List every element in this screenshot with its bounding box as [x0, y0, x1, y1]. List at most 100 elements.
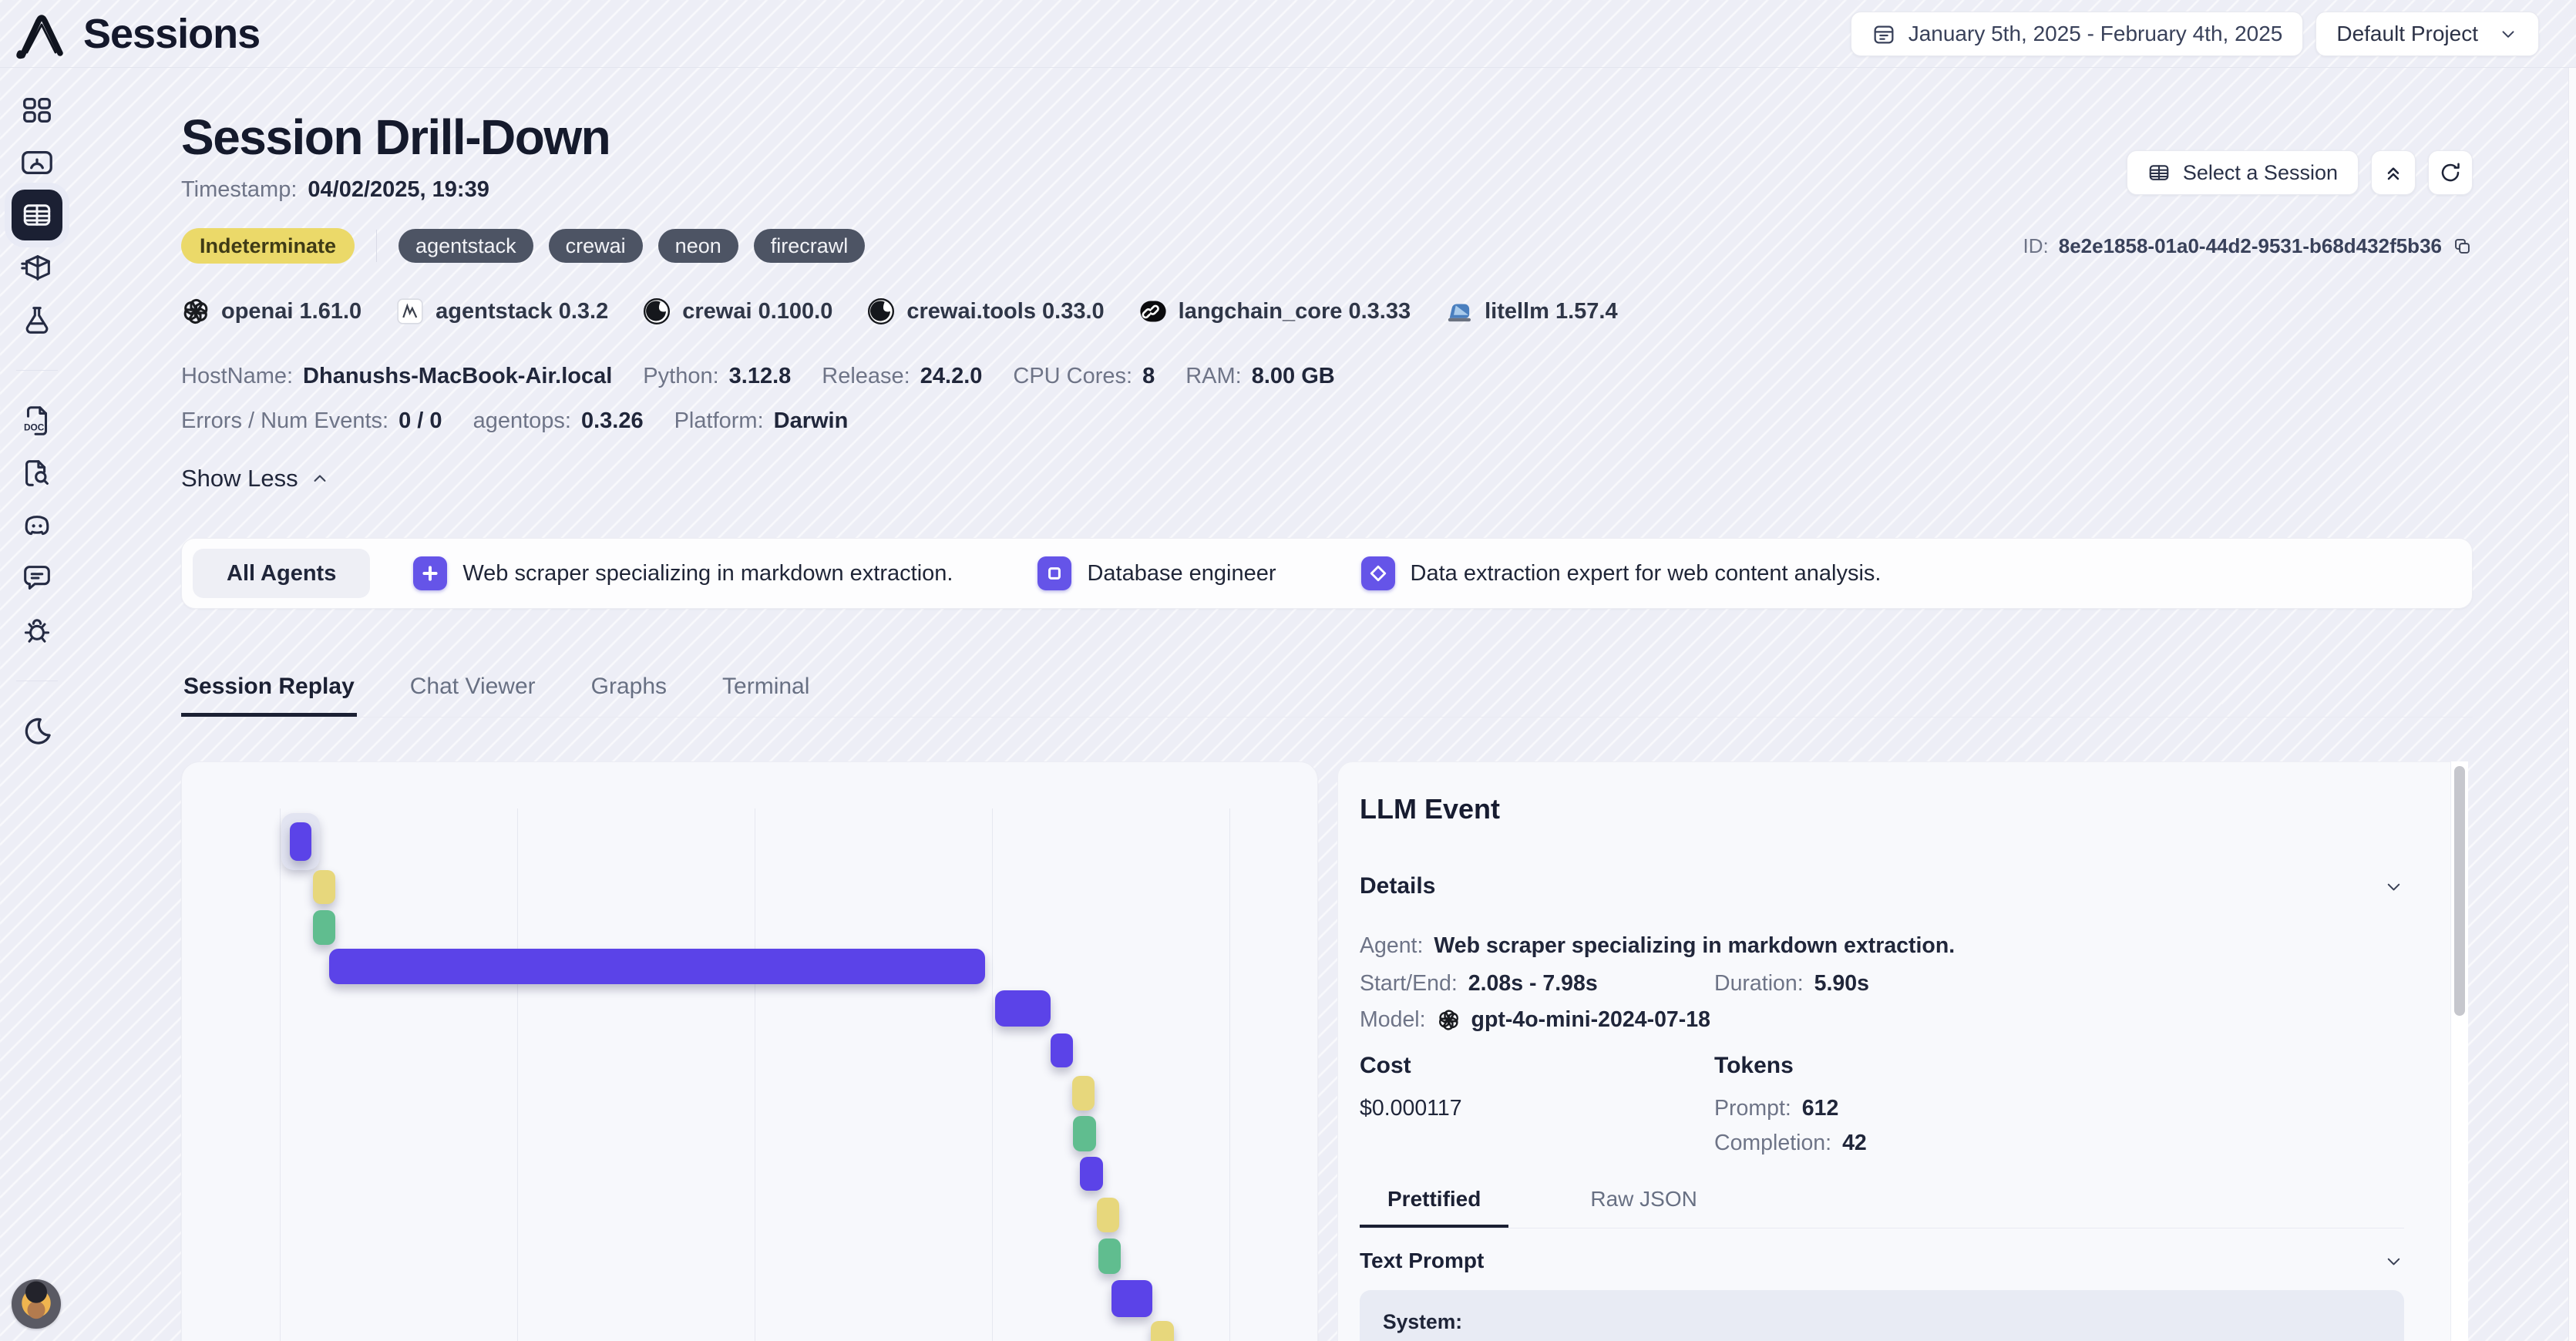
replay-event-bar-green[interactable]: [313, 910, 335, 945]
replay-event-bar-yellow[interactable]: [1097, 1198, 1119, 1232]
show-less-toggle[interactable]: Show Less: [181, 464, 331, 493]
scrollbar-thumb[interactable]: [2454, 766, 2465, 1016]
agent-value: Web scraper specializing in markdown ext…: [1434, 933, 1955, 959]
dashboard-grid-icon: [19, 92, 55, 128]
host-info-label: Platform:: [674, 408, 764, 434]
agent-label: Agent:: [1360, 933, 1423, 959]
chevron-down-icon: [2498, 24, 2518, 44]
replay-event-bar-green[interactable]: [1098, 1238, 1121, 1274]
payload-tabs: Prettified Raw JSON: [1360, 1187, 2404, 1228]
litellm-logo-icon: [1444, 297, 1474, 326]
replay-event-bar-purple[interactable]: [1051, 1033, 1073, 1067]
sidebar-item-evals[interactable]: [19, 302, 55, 338]
panel-scrollbar[interactable]: [2451, 761, 2468, 1341]
agent-chip-label: Database engineer: [1087, 561, 1276, 586]
package-item: crewai.tools 0.33.0: [866, 297, 1104, 326]
tab-graphs[interactable]: Graphs: [589, 674, 669, 717]
payload-tab-prettified[interactable]: Prettified: [1360, 1187, 1508, 1228]
host-info-label: Errors / Num Events:: [181, 408, 388, 434]
copy-icon[interactable]: [2452, 236, 2473, 257]
package-name-version: crewai.tools 0.33.0: [906, 299, 1104, 324]
details-section-header[interactable]: Details: [1360, 873, 2404, 899]
chevron-down-icon[interactable]: [2383, 876, 2404, 897]
replay-event-bar-purple[interactable]: [995, 990, 1051, 1027]
chevron-up-icon: [309, 468, 331, 489]
tab-session-replay[interactable]: Session Replay: [181, 674, 357, 717]
completion-value: 42: [1842, 1131, 1867, 1156]
cost-value: $0.000117: [1360, 1096, 1462, 1121]
packages-box-icon: [19, 250, 55, 285]
replay-event-bar-purple[interactable]: [290, 822, 311, 861]
agent-field: Agent: Web scraper specializing in markd…: [1360, 933, 2404, 959]
sidebar-item-dashboard[interactable]: [19, 92, 55, 128]
chat-bubble-icon: [19, 560, 55, 596]
moon-icon: [19, 714, 55, 749]
replay-event-bar-yellow[interactable]: [1072, 1076, 1095, 1111]
host-info-value: 8: [1142, 364, 1155, 389]
replay-event-bar-yellow[interactable]: [1151, 1321, 1174, 1341]
cost-tokens-values: $0.000117 Prompt: 612: [1360, 1096, 2404, 1121]
page-header-title: Sessions: [83, 10, 260, 58]
host-info-value: 24.2.0: [920, 364, 983, 389]
chevron-down-icon[interactable]: [2383, 1251, 2404, 1272]
model-value: gpt-4o-mini-2024-07-18: [1471, 1007, 1710, 1033]
replay-event-bar-purple[interactable]: [1111, 1280, 1152, 1317]
host-info-value: 0.3.26: [581, 408, 644, 434]
text-prompt-section-header[interactable]: Text Prompt: [1360, 1249, 2404, 1273]
gridline: [517, 808, 518, 1341]
date-range-picker[interactable]: January 5th, 2025 - February 4th, 2025: [1851, 12, 2304, 56]
host-info-pair: HostName:Dhanushs-MacBook-Air.local: [181, 364, 612, 389]
session-replay-gantt: [181, 761, 1318, 1341]
sidebar-item-usage[interactable]: [19, 145, 55, 180]
package-name-version: langchain_core 0.3.33: [1179, 299, 1411, 324]
sidebar-item-discord[interactable]: [19, 508, 55, 543]
sidebar-item-packages[interactable]: [19, 250, 55, 285]
crewai-logo-icon: [642, 297, 671, 326]
all-agents-button[interactable]: All Agents: [193, 549, 370, 598]
host-info-value: 8.00 GB: [1252, 364, 1335, 389]
select-session-button[interactable]: Select a Session: [2127, 150, 2359, 195]
openai-logo-icon: [181, 297, 210, 326]
refresh-button[interactable]: [2428, 150, 2473, 195]
event-panel-title: LLM Event: [1360, 793, 2404, 825]
replay-event-bar-green[interactable]: [1073, 1116, 1096, 1151]
page-scrollbar-track[interactable]: [2568, 68, 2576, 1341]
start-end-value: 2.08s - 7.98s: [1468, 971, 1598, 997]
replay-event-bar-purple[interactable]: [1080, 1157, 1103, 1191]
package-item: litellm 1.57.4: [1444, 297, 1618, 326]
tab-terminal[interactable]: Terminal: [720, 674, 812, 717]
user-avatar[interactable]: [12, 1279, 61, 1329]
show-less-label: Show Less: [181, 465, 298, 492]
project-selector[interactable]: Default Project: [2315, 12, 2539, 56]
agent-diamond-glyph-icon: [1361, 556, 1395, 590]
host-info-row: Errors / Num Events:0 / 0agentops:0.3.26…: [181, 407, 2473, 435]
main-content: Session Drill-Down Timestamp: 04/02/2025…: [73, 68, 2576, 1341]
host-info-value: Dhanushs-MacBook-Air.local: [303, 364, 612, 389]
host-info-pair: agentops:0.3.26: [473, 408, 644, 434]
agent-chip-list: Web scraper specializing in markdown ext…: [413, 556, 1881, 590]
sidebar-item-trace-search[interactable]: [19, 455, 55, 491]
sidebar-item-docs[interactable]: DOC: [19, 403, 55, 439]
tab-chat-viewer[interactable]: Chat Viewer: [408, 674, 538, 717]
agentops-logo-icon[interactable]: [14, 8, 69, 59]
gridline: [280, 808, 281, 1341]
sidebar-item-feedback[interactable]: [19, 560, 55, 596]
sidebar-item-bug-report[interactable]: [19, 613, 55, 648]
collapse-button[interactable]: [2371, 150, 2416, 195]
replay-event-bar-purple[interactable]: [329, 949, 985, 984]
completion-label: Completion:: [1714, 1131, 1831, 1156]
agent-chip[interactable]: Data extraction expert for web content a…: [1361, 556, 1882, 590]
agents-filter-bar: All Agents Web scraper specializing in m…: [181, 538, 2473, 609]
replay-event-bar-yellow[interactable]: [313, 870, 335, 904]
openai-logo-icon: [1437, 1008, 1461, 1032]
completion-row: Completion: 42: [1360, 1131, 2404, 1156]
sidebar-item-sessions[interactable]: [12, 197, 62, 233]
agent-chip[interactable]: Database engineer: [1037, 556, 1276, 590]
host-info-pair: RAM:8.00 GB: [1185, 364, 1335, 389]
sidebar-item-dark-mode[interactable]: [19, 714, 55, 749]
agent-chip[interactable]: Web scraper specializing in markdown ext…: [413, 556, 953, 590]
duration-label: Duration:: [1714, 971, 1804, 997]
date-range-label: January 5th, 2025 - February 4th, 2025: [1908, 22, 2283, 46]
package-item: agentstack 0.3.2: [395, 297, 608, 326]
payload-tab-raw-json[interactable]: Raw JSON: [1562, 1187, 1724, 1228]
